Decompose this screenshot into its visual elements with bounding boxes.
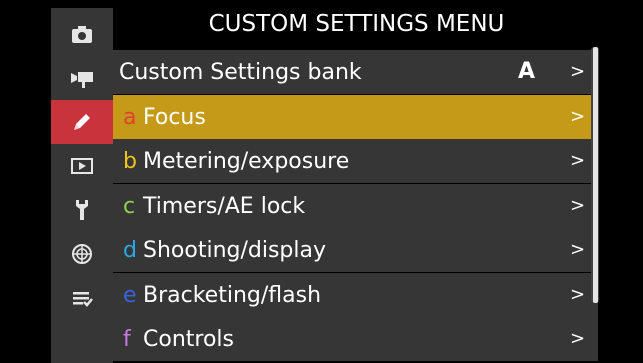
menu-item-label: Shooting/display (143, 237, 327, 263)
wrench-icon (72, 198, 92, 222)
menu-item-value: A (518, 59, 536, 84)
menu-item-bracketing-flash[interactable]: e Bracketing/flash > (113, 273, 598, 317)
menu-sidebar (51, 8, 113, 363)
menu-item-label: Focus (143, 104, 206, 130)
chevron-right-icon: > (570, 61, 586, 82)
chevron-right-icon: > (570, 150, 586, 171)
menu-item-letter: c (123, 193, 136, 219)
chevron-right-icon: > (570, 239, 586, 260)
menu-item-metering-exposure[interactable]: b Metering/exposure > (113, 139, 598, 183)
playback-icon (70, 157, 94, 175)
pencil-icon (70, 110, 94, 134)
menu-item-letter: f (123, 326, 131, 352)
tab-playback[interactable] (51, 144, 113, 188)
tab-custom-settings[interactable] (51, 100, 113, 144)
menu-item-label: Timers/AE lock (143, 193, 306, 219)
camera-icon (70, 24, 94, 44)
tab-photo-shooting[interactable] (51, 12, 113, 56)
menu-item-letter: a (123, 104, 137, 130)
chevron-right-icon: > (570, 284, 586, 305)
menu-item-label: Metering/exposure (143, 148, 350, 174)
menu-item-letter: b (123, 148, 137, 174)
chevron-right-icon: > (570, 328, 586, 349)
scrollbar-thumb[interactable] (593, 47, 598, 303)
camera-menu-screen: CUSTOM SETTINGS MENU Custom Settings ban… (0, 0, 643, 363)
my-menu-icon (70, 288, 94, 308)
menu-item-focus[interactable]: a Focus > (113, 95, 598, 139)
tab-movie-shooting[interactable] (51, 56, 113, 100)
network-icon (70, 242, 94, 266)
menu-item-letter: e (123, 282, 137, 308)
menu-item-letter: d (123, 237, 137, 263)
menu-item-controls[interactable]: f Controls > (113, 317, 598, 361)
movie-camera-icon (69, 67, 95, 89)
page-title: CUSTOM SETTINGS MENU (113, 4, 600, 44)
menu-item-label: Controls (143, 326, 234, 352)
chevron-right-icon: > (570, 195, 586, 216)
tab-setup[interactable] (51, 188, 113, 232)
tab-my-menu[interactable] (51, 276, 113, 320)
menu-item-shooting-display[interactable]: d Shooting/display > (113, 228, 598, 272)
menu-item-custom-settings-bank[interactable]: Custom Settings bank A > (113, 50, 598, 94)
tab-network[interactable] (51, 232, 113, 276)
menu-item-label: Custom Settings bank (119, 59, 362, 85)
menu-item-label: Bracketing/flash (143, 282, 322, 308)
menu-item-timers-ae-lock[interactable]: c Timers/AE lock > (113, 184, 598, 228)
chevron-right-icon: > (570, 106, 586, 127)
